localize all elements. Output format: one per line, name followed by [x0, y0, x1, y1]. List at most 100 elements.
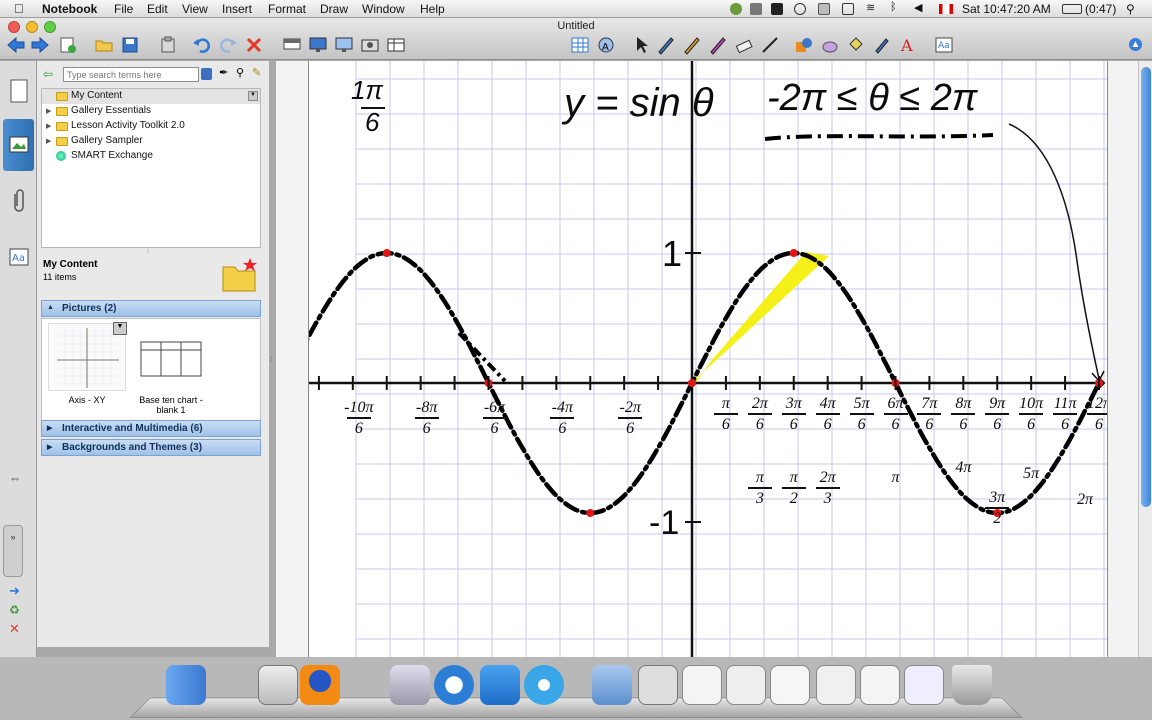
menu-app[interactable]: Notebook	[42, 2, 97, 16]
properties-icon[interactable]: Aa	[934, 35, 954, 55]
full-screen-icon[interactable]	[308, 35, 328, 55]
open-folder-icon[interactable]	[94, 35, 114, 55]
pen-properties-icon[interactable]	[872, 35, 892, 55]
pen-icon[interactable]	[656, 35, 676, 55]
undo-icon[interactable]	[192, 35, 212, 55]
paint-bucket-icon[interactable]	[846, 35, 866, 55]
add-page-icon[interactable]	[58, 35, 78, 55]
expand-arrow-icon[interactable]: ▶	[46, 122, 51, 130]
documents-folder-icon[interactable]	[592, 665, 632, 705]
battery-icon[interactable]	[1062, 4, 1082, 14]
tree-item-lesson-activity-toolkit[interactable]: ▶ Lesson Activity Toolkit 2.0	[42, 119, 260, 134]
delete-icon[interactable]	[244, 35, 264, 55]
tree-dropdown-icon[interactable]: ▼	[248, 91, 258, 101]
save-icon[interactable]	[120, 35, 140, 55]
menu-format[interactable]: Format	[268, 2, 306, 16]
minimized-window-icon[interactable]	[816, 665, 856, 705]
back-arrow-icon[interactable]	[6, 35, 26, 55]
page-sorter-tab[interactable]	[3, 65, 34, 117]
menu-help[interactable]: Help	[420, 2, 445, 16]
line-tool-icon[interactable]	[760, 35, 780, 55]
menu-view[interactable]: View	[182, 2, 208, 16]
text-tool-icon[interactable]: A	[898, 35, 918, 55]
back-arrow-icon[interactable]: ⇦	[43, 67, 53, 81]
display-icon[interactable]	[334, 35, 354, 55]
splitter-handle[interactable]: ⁞	[147, 248, 149, 255]
minimized-window-icon[interactable]	[682, 665, 722, 705]
redo-icon[interactable]	[218, 35, 238, 55]
search-icon[interactable]: ⚲	[236, 66, 244, 79]
gallery-search-input[interactable]	[63, 67, 199, 82]
menu-insert[interactable]: Insert	[222, 2, 252, 16]
highlighter-icon[interactable]: ✎	[252, 66, 261, 79]
forward-arrow-icon[interactable]	[30, 35, 50, 55]
extension-icon[interactable]	[750, 3, 762, 15]
calendar-grid-icon[interactable]	[638, 665, 678, 705]
globe-icon[interactable]: A	[596, 35, 616, 55]
tree-item-gallery-sampler[interactable]: ▶ Gallery Sampler	[42, 134, 260, 149]
apple-menu-icon[interactable]: 	[14, 1, 24, 16]
toolbar-toggle-icon[interactable]: ▲	[1129, 38, 1142, 51]
minimized-window-icon[interactable]	[726, 665, 766, 705]
collapse-arrow-icon[interactable]: ▲	[47, 304, 54, 311]
spotlight-icon[interactable]: ⚲	[1126, 2, 1135, 16]
input-flag-icon[interactable]	[939, 4, 953, 14]
attachments-tab[interactable]	[3, 175, 34, 227]
creative-pen-icon[interactable]	[682, 35, 702, 55]
firefox-icon[interactable]	[300, 665, 340, 705]
wifi-icon[interactable]: ≋	[866, 1, 878, 14]
resize-handle-icon[interactable]: ⇔	[9, 471, 21, 485]
safari-icon[interactable]	[434, 665, 474, 705]
move-forward-icon[interactable]: ➜	[9, 583, 20, 599]
capture-icon[interactable]	[360, 35, 380, 55]
menu-draw[interactable]: Draw	[320, 2, 348, 16]
section-interactive-multimedia[interactable]: ▶ Interactive and Multimedia (6)	[41, 420, 261, 437]
calculator-icon[interactable]	[258, 665, 298, 705]
time-machine-icon[interactable]	[794, 3, 806, 15]
eraser-icon[interactable]	[734, 35, 754, 55]
expand-arrow-icon[interactable]: ▶	[46, 137, 51, 145]
bluetooth-icon[interactable]: ᛒ	[890, 1, 902, 13]
vertical-scrollbar[interactable]	[1138, 61, 1152, 657]
properties-tab[interactable]: Aa	[3, 231, 34, 283]
thumbnail-dropdown-icon[interactable]: ▼	[113, 322, 127, 335]
expand-arrow-icon[interactable]: ▶	[47, 443, 52, 451]
gallery-tab[interactable]	[3, 119, 34, 171]
search-dropdown-icon[interactable]	[201, 68, 212, 80]
paste-icon[interactable]	[158, 35, 178, 55]
display-icon[interactable]	[842, 3, 854, 15]
minimized-window-icon[interactable]	[904, 665, 944, 705]
scrollbar-thumb[interactable]	[1141, 67, 1151, 507]
expand-arrow-icon[interactable]: ▶	[46, 107, 51, 115]
section-backgrounds-themes[interactable]: ▶ Backgrounds and Themes (3)	[41, 439, 261, 456]
grid-table-icon[interactable]	[570, 35, 590, 55]
tree-item-my-content[interactable]: My Content ▼	[42, 89, 260, 104]
collapse-panel-handle[interactable]: »	[3, 525, 23, 577]
sync-icon[interactable]	[730, 3, 742, 15]
printer-icon[interactable]	[390, 665, 430, 705]
tree-item-gallery-essentials[interactable]: ▶ Gallery Essentials	[42, 104, 260, 119]
menu-edit[interactable]: Edit	[147, 2, 168, 16]
trash-icon[interactable]	[952, 665, 992, 705]
menu-file[interactable]: File	[114, 2, 133, 16]
clock[interactable]: Sat 10:47:20 AM	[962, 2, 1051, 16]
document-icon[interactable]	[818, 3, 830, 15]
menu-extra-icon[interactable]	[771, 3, 783, 15]
menu-window[interactable]: Window	[362, 2, 405, 16]
section-pictures[interactable]: ▲ Pictures (2)	[41, 300, 261, 317]
expand-arrow-icon[interactable]: ▶	[47, 424, 52, 432]
graph-drawing[interactable]	[309, 61, 1108, 657]
remove-icon[interactable]: ✕	[9, 621, 20, 637]
thumbnail-axis-xy[interactable]: ▼	[48, 322, 127, 391]
minimized-window-icon[interactable]	[860, 665, 900, 705]
volume-icon[interactable]: ◀	[914, 1, 926, 14]
magic-pen-icon[interactable]	[708, 35, 728, 55]
tree-item-smart-exchange[interactable]: SMART Exchange	[42, 149, 260, 164]
shapes-icon[interactable]	[794, 35, 814, 55]
panel-splitter-handle[interactable]: ⁞	[270, 355, 272, 364]
recycle-icon[interactable]: ♻	[9, 603, 20, 617]
select-arrow-icon[interactable]	[632, 35, 652, 55]
fill-icon[interactable]	[820, 35, 840, 55]
minimized-window-icon[interactable]	[770, 665, 810, 705]
dvd-player-icon[interactable]	[524, 665, 564, 705]
